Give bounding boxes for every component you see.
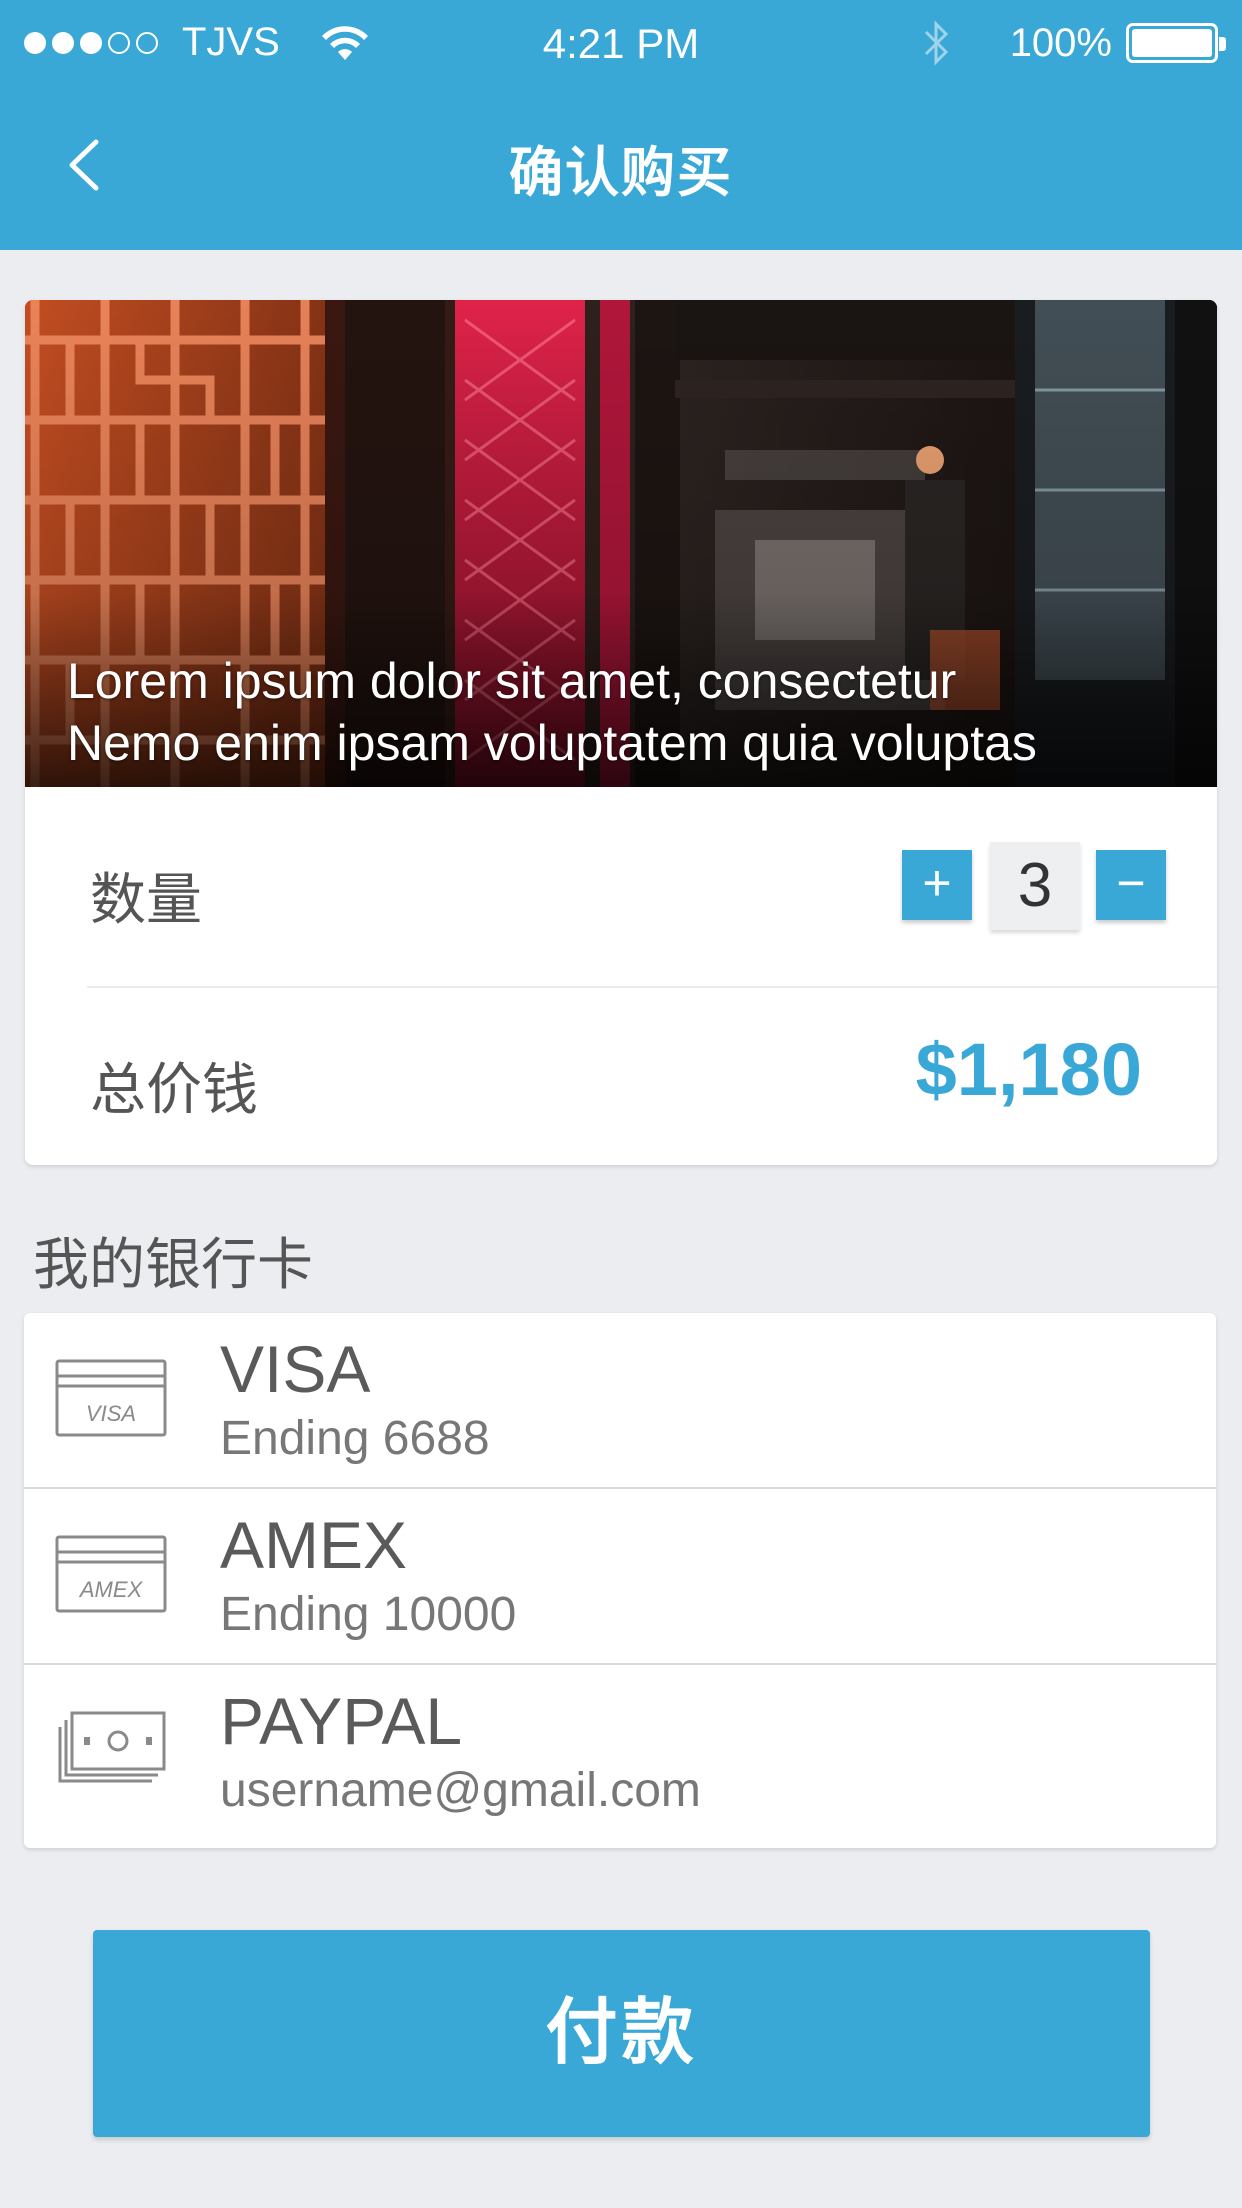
caption-line-2: Nemo enim ipsam voluptatem quia voluptas [67, 715, 1037, 771]
status-bar: TJVS 4:21 PM 100% [0, 0, 1242, 90]
card-item-amex[interactable]: AMEX AMEX Ending 10000 [24, 1489, 1216, 1664]
card-name: AMEX [220, 1508, 408, 1582]
card-detail: Ending 10000 [220, 1588, 517, 1641]
bluetooth-icon [924, 20, 948, 66]
visa-card-icon: VISA [55, 1359, 167, 1437]
bank-cards-section-title: 我的银行卡 [33, 1233, 313, 1296]
quantity-increase-button[interactable]: + [902, 850, 972, 920]
page-title: 确认购买 [509, 143, 733, 203]
status-right: 100% [920, 18, 1226, 68]
total-price-label: 总价钱 [90, 1058, 258, 1121]
card-item-visa[interactable]: VISA VISA Ending 6688 [24, 1313, 1216, 1488]
svg-text:AMEX: AMEX [78, 1577, 144, 1602]
card-detail: Ending 6688 [220, 1412, 490, 1465]
svg-text:VISA: VISA [86, 1401, 136, 1426]
product-card: Lorem ipsum dolor sit amet, consectetur … [25, 300, 1217, 1165]
total-price-value: $1,180 [915, 1028, 1142, 1111]
quantity-value: 3 [990, 842, 1080, 930]
card-name: VISA [220, 1332, 371, 1406]
bank-cards-list: VISA VISA Ending 6688 AMEX AMEX Ending 1… [24, 1313, 1216, 1848]
row-divider [87, 986, 1217, 988]
battery-percentage: 100% [1009, 20, 1112, 65]
quantity-label: 数量 [90, 868, 202, 931]
product-image: Lorem ipsum dolor sit amet, consectetur … [25, 300, 1217, 787]
product-caption: Lorem ipsum dolor sit amet, consectetur … [67, 650, 1187, 774]
pay-button[interactable]: 付款 [93, 1930, 1150, 2137]
amex-card-icon: AMEX [55, 1535, 167, 1613]
navigation-header: TJVS 4:21 PM 100% 确认购买 [0, 0, 1242, 250]
card-detail: username@gmail.com [220, 1764, 701, 1817]
quantity-decrease-button[interactable]: − [1096, 850, 1166, 920]
card-name: PAYPAL [220, 1684, 463, 1758]
battery-icon [1126, 23, 1226, 63]
money-bills-icon [58, 1711, 166, 1783]
caption-line-1: Lorem ipsum dolor sit amet, consectetur [67, 653, 957, 709]
card-item-paypal[interactable]: PAYPAL username@gmail.com [24, 1665, 1216, 1840]
